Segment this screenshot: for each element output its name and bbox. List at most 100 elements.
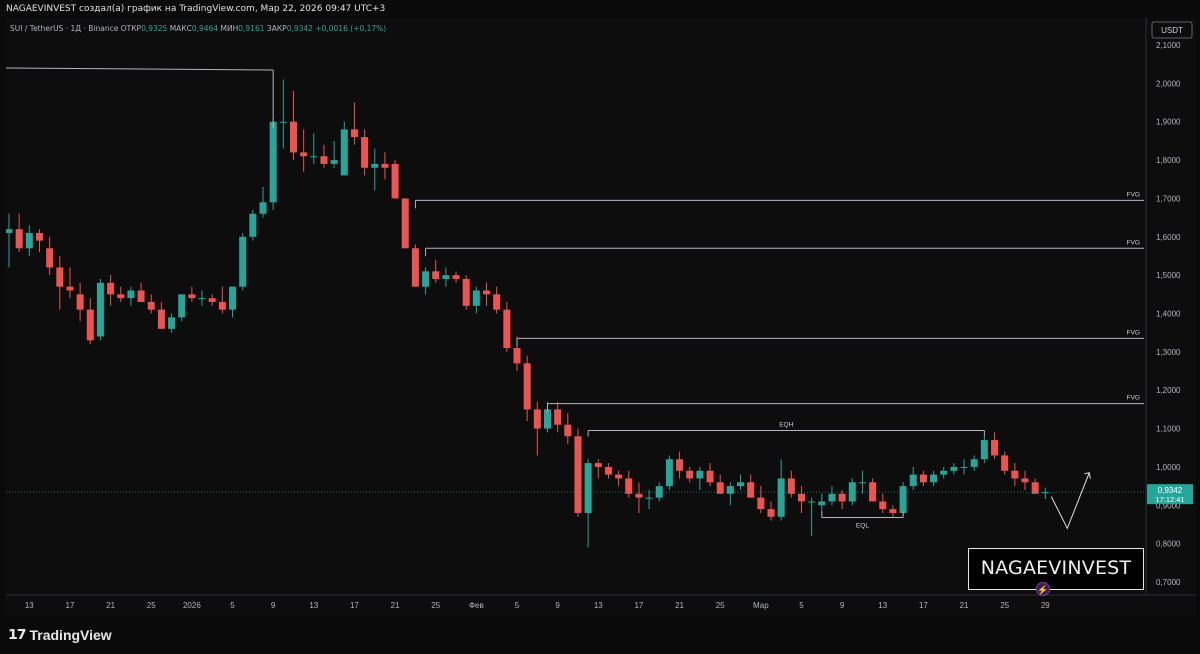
candle-body <box>320 156 328 164</box>
x-tick-label: 29 <box>1041 601 1050 610</box>
candle-body <box>980 440 988 460</box>
legend-part: SUI / TetherUS · 1Д · Binance <box>10 24 121 33</box>
legend-part: МИН <box>221 24 239 33</box>
candle-body <box>350 129 358 138</box>
candle-body <box>808 501 816 503</box>
candle-body <box>168 317 176 329</box>
x-tick-label: 9 <box>840 601 845 610</box>
candle-body <box>127 290 135 299</box>
candle-body <box>899 486 907 513</box>
x-tick-label: 5 <box>515 601 520 610</box>
candle-body <box>574 436 582 513</box>
x-tick-label: 2026 <box>183 601 201 610</box>
candle-body <box>442 275 450 279</box>
candle-body <box>838 493 846 502</box>
candle-body <box>533 409 541 429</box>
candle-body <box>970 459 978 467</box>
y-tick-label: 1,4000 <box>1156 310 1181 319</box>
x-tick-label: Фев <box>469 601 484 610</box>
legend-part: 0,9325 <box>141 24 170 33</box>
candle-body <box>787 478 795 494</box>
x-tick-label: 9 <box>555 601 560 610</box>
candle-body <box>747 482 755 498</box>
candle-body <box>503 309 511 349</box>
legend-part: 0,9161 <box>238 24 267 33</box>
x-tick-label: 25 <box>431 601 440 610</box>
candle-body <box>737 482 745 487</box>
candle-body <box>635 493 643 498</box>
candle-body <box>259 202 267 214</box>
candle-body <box>289 121 297 153</box>
candle-body <box>1011 470 1019 479</box>
chart-area[interactable]: USDT SUI / TetherUS · 1Д · Binance ОТКР0,… <box>6 18 1196 616</box>
candle-body <box>493 294 501 310</box>
candle-body <box>757 497 765 510</box>
x-tick-label: 5 <box>230 601 235 610</box>
legend-part: +0,0016 (+0,17%) <box>315 24 386 33</box>
candle-body <box>960 466 968 468</box>
candle-body <box>310 156 318 158</box>
candle-body <box>665 459 673 487</box>
candle-body <box>625 478 633 494</box>
x-tick-label: 13 <box>25 601 34 610</box>
fvg-label: FVG <box>1127 395 1140 402</box>
candle-body <box>25 232 33 249</box>
fvg-label: FVG <box>1127 239 1140 246</box>
x-tick-label: 13 <box>309 601 318 610</box>
y-tick-label: 1,2000 <box>1156 386 1181 395</box>
eql-label: EQL <box>856 523 869 530</box>
candle-body <box>858 482 866 484</box>
candle-body <box>66 286 74 291</box>
candle-body <box>96 282 104 337</box>
level-line <box>6 67 274 71</box>
candle-body <box>615 474 623 479</box>
candle-body <box>919 474 927 483</box>
ohlc-legend: SUI / TetherUS · 1Д · Binance ОТКР0,9325… <box>10 24 386 33</box>
y-tick-label: 1,6000 <box>1156 233 1181 242</box>
candle-body <box>950 466 958 471</box>
candle-body <box>696 470 704 479</box>
candle-body <box>76 294 84 310</box>
y-tick-label: 0,7000 <box>1156 578 1181 587</box>
candle-body <box>828 493 836 502</box>
candle-body <box>543 409 551 429</box>
footer: 𝟭𝟳 TradingView <box>0 616 1200 654</box>
candle-body <box>147 301 155 310</box>
candle-body <box>523 363 531 410</box>
y-tick-label: 2,1000 <box>1156 41 1181 50</box>
fvg-label: FVG <box>1127 329 1140 336</box>
tradingview-brand: TradingView <box>29 626 112 643</box>
y-tick-label: 1,0000 <box>1156 463 1181 472</box>
candle-body <box>889 509 897 513</box>
candle-body <box>940 470 948 475</box>
fvg-label: FVG <box>1127 191 1140 198</box>
candle-body <box>330 160 338 164</box>
y-tick-label: 2,0000 <box>1156 79 1181 88</box>
tradingview-mark-icon: 𝟭𝟳 <box>8 626 27 642</box>
candle-body <box>371 163 379 168</box>
y-tick-label: 1,8000 <box>1156 156 1181 165</box>
candle-body <box>218 301 226 310</box>
x-tick-label: 5 <box>799 601 804 610</box>
x-tick-label: Мар <box>753 601 769 610</box>
candle-body <box>797 493 805 502</box>
chart-header: NAGAEVINVEST создал(а) график на Trading… <box>0 0 1200 18</box>
x-tick-label: 25 <box>147 601 156 610</box>
candle-body <box>818 501 826 506</box>
tradingview-logo[interactable]: 𝟭𝟳 TradingView <box>8 626 112 643</box>
price-chart[interactable]: USDTSUI / TetherUS · 1Д · Binance ОТКР0,… <box>6 18 1196 616</box>
x-tick-label: 25 <box>716 601 725 610</box>
candle-body <box>645 497 653 499</box>
candle-body <box>676 459 684 471</box>
x-tick-label: 17 <box>66 601 75 610</box>
candle-body <box>137 290 145 302</box>
lightning-icon[interactable]: ⚡ <box>1036 582 1050 596</box>
y-tick-label: 1,3000 <box>1156 348 1181 357</box>
projection-arrow-line <box>1050 472 1090 530</box>
candle-body <box>991 440 999 456</box>
x-tick-label: 21 <box>391 601 400 610</box>
candle-body <box>767 509 775 517</box>
candle-body <box>239 236 247 287</box>
candle-body <box>655 486 663 498</box>
candle-body <box>584 463 592 513</box>
